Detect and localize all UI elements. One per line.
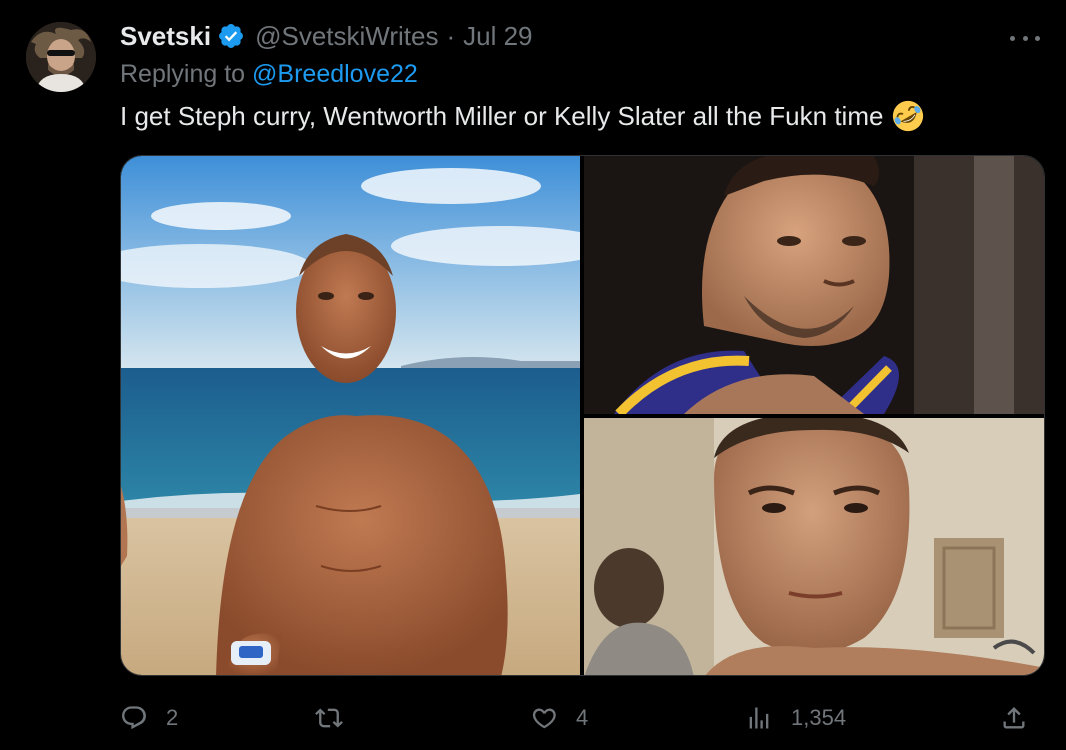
retweet-icon bbox=[315, 704, 343, 732]
display-name[interactable]: Svetski bbox=[120, 21, 211, 52]
avatar[interactable] bbox=[26, 22, 96, 92]
rolling-on-floor-laughing-emoji-icon bbox=[891, 99, 925, 133]
tweet-body: I get Steph curry, Wentworth Miller or K… bbox=[120, 100, 884, 131]
reply-icon bbox=[120, 704, 148, 732]
like-button[interactable]: 4 bbox=[530, 700, 588, 736]
more-dot bbox=[1010, 35, 1015, 41]
tweet-header: Svetski @SvetskiWrites · Jul 29 bbox=[120, 20, 533, 52]
tweet-text: I get Steph curry, Wentworth Miller or K… bbox=[120, 99, 925, 133]
views-button[interactable]: 1,354 bbox=[745, 700, 846, 736]
more-dot bbox=[1022, 35, 1028, 41]
tweet[interactable]: Svetski @SvetskiWrites · Jul 29 Replying… bbox=[0, 0, 1066, 750]
separator-dot: · bbox=[446, 20, 456, 51]
media-grid bbox=[120, 155, 1045, 676]
views-count: 1,354 bbox=[791, 705, 847, 730]
more-dot bbox=[1035, 35, 1040, 41]
heart-icon bbox=[530, 704, 558, 732]
tweet-actions: 2 4 1,354 bbox=[120, 700, 1045, 736]
retweet-button[interactable] bbox=[315, 700, 361, 736]
reply-context: Replying to @Breedlove22 bbox=[120, 60, 418, 89]
share-button[interactable] bbox=[1000, 700, 1028, 736]
shirtless-man-on-beach-photo[interactable] bbox=[121, 156, 580, 675]
man-closeup-photo[interactable] bbox=[584, 418, 1044, 675]
reply-mention-link[interactable]: @Breedlove22 bbox=[252, 60, 418, 88]
reply-count: 2 bbox=[166, 705, 179, 730]
tweet-date[interactable]: Jul 29 bbox=[463, 21, 532, 52]
like-count: 4 bbox=[576, 705, 589, 730]
more-options-icon[interactable] bbox=[1010, 28, 1040, 48]
views-chart-icon bbox=[745, 704, 773, 732]
reply-button[interactable]: 2 bbox=[120, 700, 178, 736]
share-icon bbox=[1000, 704, 1028, 732]
handle[interactable]: @SvetskiWrites bbox=[255, 21, 438, 52]
basketball-player-closeup-photo[interactable] bbox=[584, 156, 1044, 414]
replying-prefix: Replying to bbox=[120, 60, 246, 88]
verified-badge-icon bbox=[217, 22, 245, 50]
